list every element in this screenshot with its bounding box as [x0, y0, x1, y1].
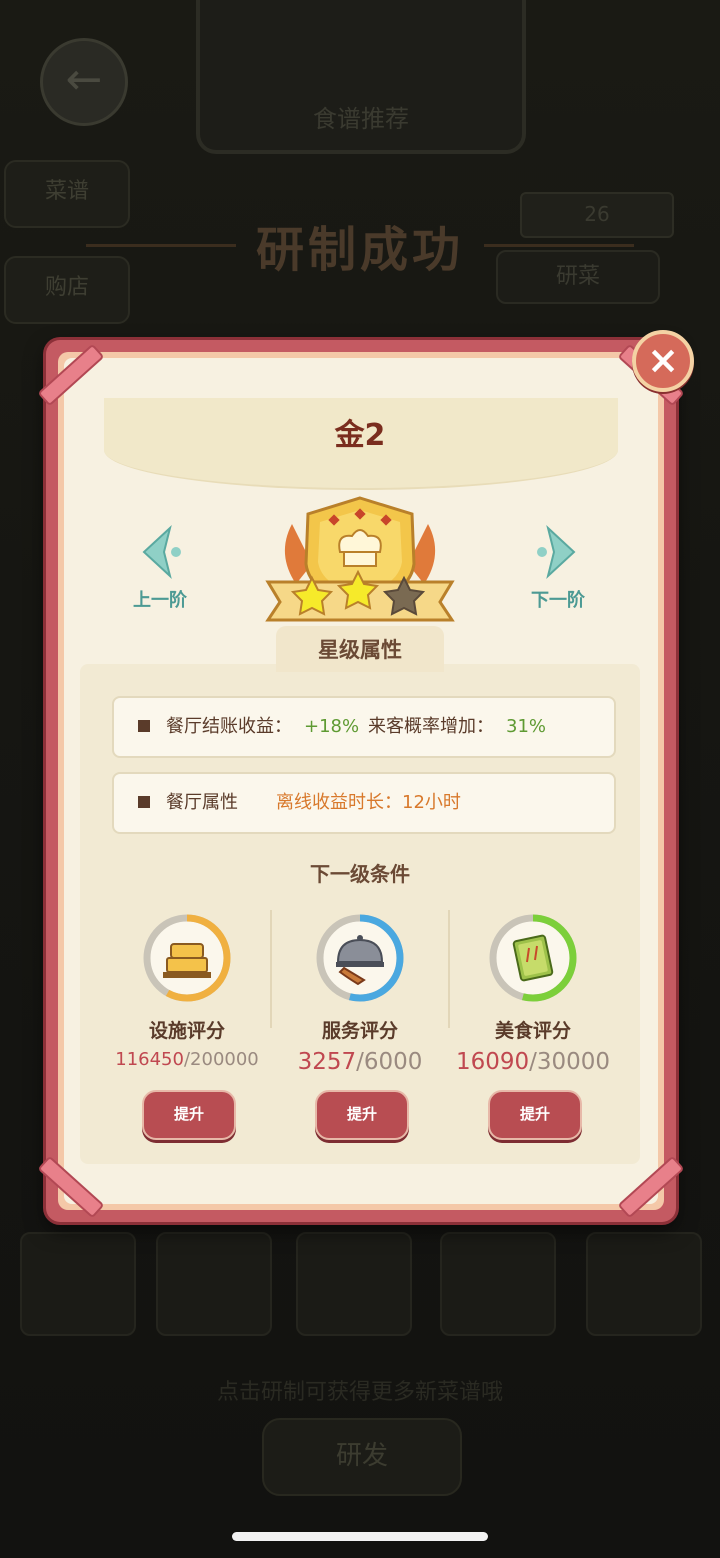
food-score-label: 美食评分 [494, 1020, 571, 1042]
service-score: 服务评分 3257/6000 [275, 912, 445, 1075]
slot [20, 1232, 136, 1336]
service-progress-ring [316, 914, 404, 1002]
next-level-button[interactable]: 下一阶 [518, 524, 598, 612]
next-level-title: 下一级条件 [310, 862, 410, 886]
hint-text: 点击研制可获得更多新菜谱哦 [216, 1380, 503, 1405]
bullet-square-icon [138, 720, 150, 732]
food-icon [512, 934, 554, 982]
next-level-label: 下一阶 [531, 590, 585, 611]
guest-rate-label: 来客概率增加： [368, 716, 494, 737]
food-progress-ring [489, 914, 577, 1002]
home-indicator [232, 1532, 488, 1541]
restaurant-attr-label: 餐厅属性 [166, 792, 238, 813]
upgrade-service-button[interactable]: 提升 [315, 1090, 409, 1140]
dialog-title: 金2 [334, 418, 386, 453]
checkout-income-value: +18% [304, 716, 360, 737]
gold-chef-badge-icon [265, 496, 455, 622]
back-button: ← [40, 38, 128, 126]
slot [296, 1232, 412, 1336]
arrow-left-icon [142, 524, 181, 580]
facility-score-value: 116450/200000 [115, 1049, 259, 1070]
recipe-tab-label: 食谱推荐 [313, 105, 409, 133]
offline-duration-value: 离线收益时长：12小时 [276, 792, 461, 813]
develop-button: 研发 [262, 1418, 462, 1496]
prev-level-label: 上一阶 [133, 590, 187, 611]
slot [586, 1232, 702, 1336]
food-score-value: 16090/30000 [455, 1049, 611, 1075]
section-title: 星级属性 [276, 626, 444, 672]
facility-score: 设施评分 116450/200000 [102, 912, 272, 1070]
bullet-square-icon [138, 796, 150, 808]
food-score: 美食评分 16090/30000 [448, 912, 618, 1075]
upgrade-facility-button[interactable]: 提升 [142, 1090, 236, 1140]
checkout-income-label: 餐厅结账收益： [166, 716, 292, 737]
guest-rate-value: 31% [506, 716, 547, 737]
attribute-row: 餐厅结账收益： +18% 来客概率增加： 31% [112, 696, 616, 758]
service-score-value: 3257/6000 [297, 1049, 423, 1075]
slot [156, 1232, 272, 1336]
recipe-tab: 食谱推荐 [196, 0, 526, 154]
facility-progress-ring [143, 914, 231, 1002]
service-score-label: 服务评分 [321, 1020, 398, 1042]
facility-icon [163, 943, 211, 978]
facility-score-label: 设施评分 [148, 1020, 225, 1042]
close-button[interactable]: × [632, 330, 694, 392]
attribute-row: 餐厅属性 离线收益时长：12小时 [112, 772, 616, 834]
arrow-right-icon [537, 524, 576, 580]
prev-level-button[interactable]: 上一阶 [120, 524, 200, 612]
slot [440, 1232, 556, 1336]
banner-title: 研制成功 [255, 222, 464, 278]
upgrade-food-button[interactable]: 提升 [488, 1090, 582, 1140]
close-icon: × [647, 338, 679, 382]
